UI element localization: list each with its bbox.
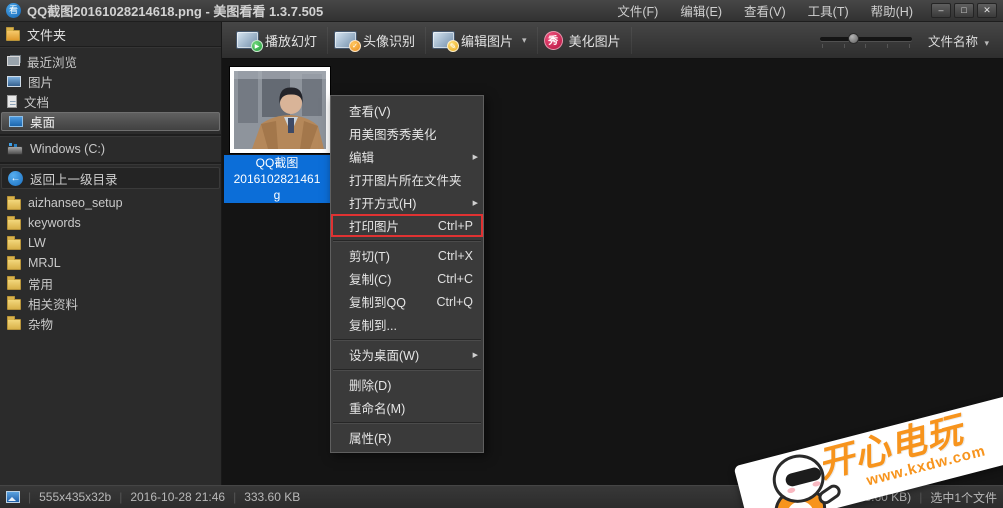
face-recognition-icon xyxy=(334,31,362,52)
thumbnail-size-slider[interactable] xyxy=(819,32,912,48)
edit-image-icon xyxy=(432,31,460,52)
menu-item-rename[interactable]: 重命名(M) xyxy=(331,396,483,419)
maximize-button[interactable]: □ xyxy=(954,3,974,18)
menu-item-edit[interactable]: 编辑 xyxy=(331,145,483,168)
sidebar-item-documents[interactable]: 文档 xyxy=(0,91,221,111)
menu-item-properties[interactable]: 属性(R) xyxy=(331,426,483,449)
meitu-viewer-window: 看 QQ截图20161028214618.png - 美图看看 1.3.7.50… xyxy=(0,0,1003,508)
pictures-icon xyxy=(7,75,21,87)
folder-icon xyxy=(7,215,21,230)
status-bar: | 555x435x32b | 2016-10-28 21:46 | 333.6… xyxy=(0,485,1003,508)
menu-file[interactable]: 文件(F) xyxy=(617,1,658,20)
menu-separator xyxy=(333,240,481,241)
app-icon: 看 xyxy=(6,3,21,18)
sort-dropdown[interactable]: 文件名称 xyxy=(928,31,989,50)
context-menu: 查看(V) 用美图秀秀美化 编辑 打开图片所在文件夹 打开方式(H) 打印图片 … xyxy=(330,95,484,453)
menu-separator xyxy=(333,422,481,423)
slider-handle[interactable] xyxy=(847,33,859,44)
status-total-size: (333.60 KB) xyxy=(847,490,912,504)
beautify-button[interactable]: 秀 美化图片 xyxy=(538,26,632,54)
slider-track[interactable] xyxy=(819,37,912,41)
window-controls: – □ ✕ xyxy=(931,3,997,18)
sidebar-back-up-button[interactable]: 返回上一级目录 xyxy=(1,167,220,189)
sidebar-item-recent[interactable]: 最近浏览 xyxy=(0,51,221,71)
sidebar-folder-aizhanseo-setup[interactable]: aizhanseo_setup xyxy=(0,193,221,213)
menu-item-copy-to-qq[interactable]: 复制到QQ Ctrl+Q xyxy=(331,290,483,313)
folder-icon xyxy=(7,315,21,330)
toolbar: 播放幻灯 头像识别 编辑图片 秀 美化图片 文件名称 xyxy=(222,22,1003,59)
beautify-xiu-icon: 秀 xyxy=(543,30,563,50)
edit-image-button[interactable]: 编辑图片 xyxy=(426,26,538,54)
menu-item-copy[interactable]: 复制(C) Ctrl+C xyxy=(331,267,483,290)
face-recognition-label: 头像识别 xyxy=(363,33,416,49)
minimize-button[interactable]: – xyxy=(931,3,951,18)
check-icon xyxy=(349,40,362,52)
edit-image-label: 编辑图片 xyxy=(461,33,514,49)
image-file-icon xyxy=(6,491,20,503)
menu-bar: 文件(F) 编辑(E) 查看(V) 工具(T) 帮助(H) xyxy=(617,1,913,20)
menu-separator xyxy=(333,339,481,340)
folder-icon xyxy=(7,255,21,270)
sidebar-divider xyxy=(0,134,221,136)
sidebar-folder-xiangguanziliao[interactable]: 相关资料 xyxy=(0,293,221,313)
thumbnail-filename-label[interactable]: QQ截图 2016102821461 g xyxy=(224,155,330,203)
menu-item-copy-to[interactable]: 复制到... xyxy=(331,313,483,336)
menu-item-open-containing-folder[interactable]: 打开图片所在文件夹 xyxy=(331,168,483,191)
folder-icon xyxy=(7,235,21,250)
menu-item-print-image[interactable]: 打印图片 Ctrl+P xyxy=(331,214,483,237)
image-thumbnail[interactable] xyxy=(230,67,330,153)
drive-icon xyxy=(7,143,23,155)
window-title: QQ截图20161028214618.png - 美图看看 1.3.7.505 xyxy=(27,4,324,19)
documents-icon xyxy=(7,94,17,108)
menu-edit[interactable]: 编辑(E) xyxy=(680,1,722,20)
menu-help[interactable]: 帮助(H) xyxy=(871,1,913,20)
sidebar: 文件夹 最近浏览 图片 文档 桌面 Windows (C:) ← 返回上一级目录… xyxy=(0,22,222,485)
face-recognition-button[interactable]: 头像识别 xyxy=(328,26,427,54)
folder-icon xyxy=(7,195,21,210)
menu-item-delete[interactable]: 删除(D) xyxy=(331,373,483,396)
sidebar-folder-keywords[interactable]: keywords xyxy=(0,213,221,233)
status-selection-count: 选中1个文件 xyxy=(930,490,997,505)
status-right-group: (333.60 KB) | 选中1个文件 xyxy=(847,490,997,505)
slider-ticks xyxy=(821,44,910,48)
menu-item-beautify-with-meitu[interactable]: 用美图秀秀美化 xyxy=(331,122,483,145)
status-file-size: 333.60 KB xyxy=(244,490,301,504)
status-modified-date: 2016-10-28 21:46 xyxy=(130,490,226,504)
menu-item-cut[interactable]: 剪切(T) Ctrl+X xyxy=(331,244,483,267)
desktop-icon xyxy=(9,116,23,127)
sidebar-folder-zawu[interactable]: 杂物 xyxy=(0,313,221,333)
sidebar-header-label: 文件夹 xyxy=(27,27,67,43)
pencil-icon xyxy=(447,40,460,52)
folder-icon xyxy=(7,275,21,290)
slideshow-label: 播放幻灯 xyxy=(265,33,318,49)
sidebar-folder-mrjl[interactable]: MRJL xyxy=(0,253,221,273)
sidebar-item-drive-c[interactable]: Windows (C:) xyxy=(0,139,221,159)
sidebar-item-desktop[interactable]: 桌面 xyxy=(1,112,220,131)
menu-tools[interactable]: 工具(T) xyxy=(808,1,849,20)
slideshow-button[interactable]: 播放幻灯 xyxy=(230,26,329,54)
sidebar-divider xyxy=(0,162,221,164)
folder-icon xyxy=(7,295,21,310)
back-arrow-icon xyxy=(8,170,23,186)
play-icon xyxy=(251,40,263,52)
menu-item-open-with[interactable]: 打开方式(H) xyxy=(331,191,483,214)
sidebar-folder-changyong[interactable]: 常用 xyxy=(0,273,221,293)
title-bar: 看 QQ截图20161028214618.png - 美图看看 1.3.7.50… xyxy=(0,0,1003,22)
recent-photos-icon xyxy=(7,56,20,66)
sidebar-folder-lw[interactable]: LW xyxy=(0,233,221,253)
menu-separator xyxy=(333,369,481,370)
close-button[interactable]: ✕ xyxy=(977,3,997,18)
folder-open-icon xyxy=(6,26,20,41)
slideshow-icon xyxy=(236,31,263,52)
menu-item-set-as-desktop[interactable]: 设为桌面(W) xyxy=(331,343,483,366)
sidebar-item-pictures[interactable]: 图片 xyxy=(0,71,221,91)
sort-dropdown-label: 文件名称 xyxy=(927,34,978,49)
menu-item-view[interactable]: 查看(V) xyxy=(331,99,483,122)
sidebar-header-folders: 文件夹 xyxy=(0,22,221,47)
status-dimensions: 555x435x32b xyxy=(39,490,112,504)
toolbar-right-group: 文件名称 xyxy=(819,31,995,50)
menu-view[interactable]: 查看(V) xyxy=(744,1,786,20)
photo-thumbnail xyxy=(234,71,326,149)
beautify-label: 美化图片 xyxy=(568,33,621,49)
